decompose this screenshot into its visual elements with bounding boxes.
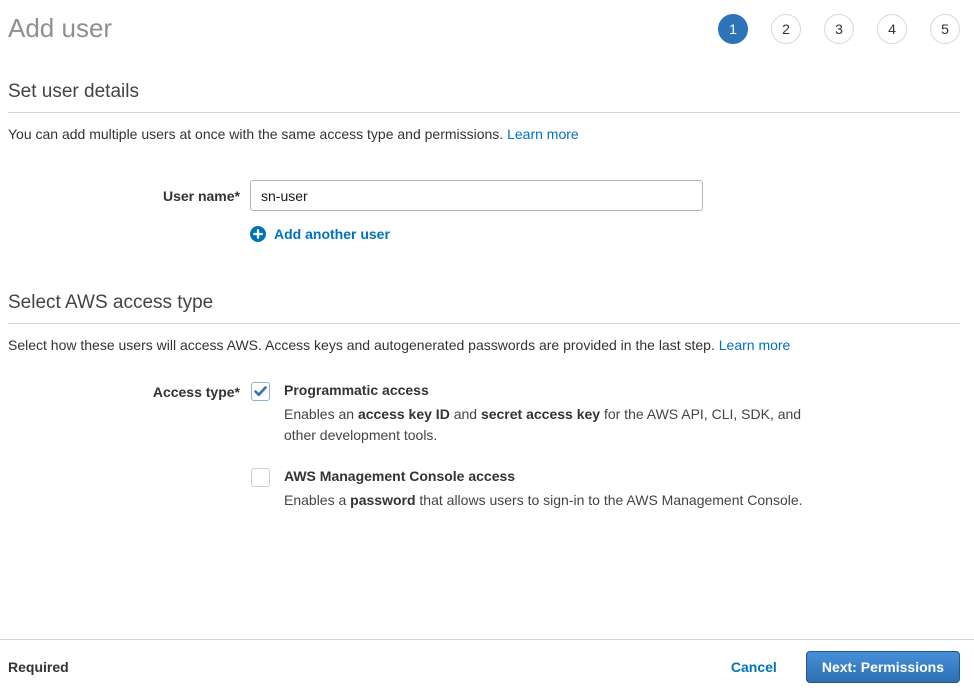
learn-more-link-access-type[interactable]: Learn more [719, 337, 791, 353]
desc-text: and [450, 406, 481, 422]
desc-bold: access key ID [358, 406, 450, 422]
required-note: Required [8, 659, 69, 675]
wizard-step-1: 1 [718, 14, 748, 44]
cancel-button[interactable]: Cancel [731, 659, 777, 675]
desc-text: Enables a [284, 492, 350, 508]
user-details-description-text: You can add multiple users at once with … [8, 126, 503, 142]
user-name-label: User name* [8, 188, 240, 204]
section-heading-user-details: Set user details [8, 81, 960, 103]
divider [8, 112, 960, 113]
divider [8, 323, 960, 324]
user-name-row: User name* [8, 180, 960, 211]
programmatic-access-desc: Enables an access key ID and secret acce… [284, 404, 808, 446]
console-access-body: AWS Management Console access Enables a … [284, 468, 803, 511]
section-heading-access-type: Select AWS access type [8, 292, 960, 314]
wizard-step-5: 5 [930, 14, 960, 44]
plus-circle-icon [250, 226, 266, 242]
desc-text: Enables an [284, 406, 358, 422]
console-access-option: AWS Management Console access Enables a … [251, 468, 803, 511]
programmatic-access-body: Programmatic access Enables an access ke… [284, 382, 808, 446]
programmatic-access-checkbox[interactable] [251, 382, 270, 401]
programmatic-access-option: Programmatic access Enables an access ke… [251, 382, 808, 446]
desc-text: that allows users to sign-in to the AWS … [416, 492, 803, 508]
wizard-step-2: 2 [771, 14, 801, 44]
label-spacer [8, 468, 240, 470]
add-another-user-label: Add another user [274, 226, 390, 242]
console-access-row: AWS Management Console access Enables a … [8, 468, 960, 511]
console-access-checkbox[interactable] [251, 468, 270, 487]
access-type-description-text: Select how these users will access AWS. … [8, 337, 715, 353]
wizard-footer: Required Cancel Next: Permissions [0, 639, 974, 697]
desc-bold: password [350, 492, 415, 508]
learn-more-link-user-details[interactable]: Learn more [507, 126, 579, 142]
checkmark-icon [254, 386, 267, 397]
user-name-input[interactable] [250, 180, 703, 211]
access-type-label: Access type* [8, 382, 240, 400]
programmatic-access-title: Programmatic access [284, 382, 808, 398]
user-details-description: You can add multiple users at once with … [8, 124, 960, 144]
page-header: Add user 1 2 3 4 5 [0, 0, 974, 44]
wizard-step-4: 4 [877, 14, 907, 44]
next-permissions-button[interactable]: Next: Permissions [806, 651, 960, 683]
programmatic-access-row: Access type* Programmatic access Enables… [8, 382, 960, 446]
wizard-steps: 1 2 3 4 5 [718, 14, 960, 44]
desc-bold: secret access key [481, 406, 600, 422]
footer-actions: Cancel Next: Permissions [731, 651, 960, 683]
access-type-description: Select how these users will access AWS. … [8, 335, 960, 355]
page-title: Add user [8, 13, 112, 44]
add-another-user-row: Add another user [8, 226, 960, 242]
add-user-page: Add user 1 2 3 4 5 Set user details You … [0, 0, 974, 697]
wizard-step-3: 3 [824, 14, 854, 44]
main-content: Set user details You can add multiple us… [0, 44, 974, 511]
console-access-desc: Enables a password that allows users to … [284, 490, 803, 511]
console-access-title: AWS Management Console access [284, 468, 803, 484]
add-another-user-button[interactable]: Add another user [250, 226, 390, 242]
